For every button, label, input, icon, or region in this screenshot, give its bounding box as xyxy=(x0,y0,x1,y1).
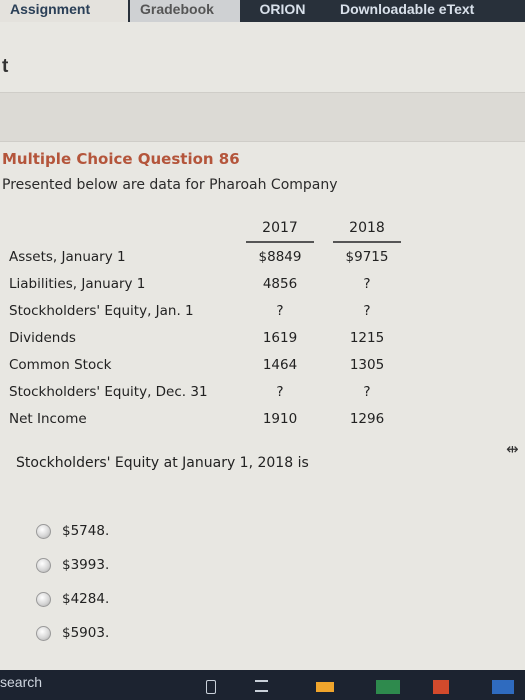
row-label: Net Income xyxy=(9,411,87,427)
radio-button[interactable] xyxy=(36,558,51,573)
column-header-2017: 2017 xyxy=(246,220,314,243)
value-2017: ? xyxy=(276,384,284,400)
value-2018: ? xyxy=(363,303,371,319)
tab-bar: Assignment Gradebook ORION Downloadable … xyxy=(0,0,525,22)
value-2018: ? xyxy=(363,384,371,400)
value-2017: ? xyxy=(276,303,284,319)
row-label: Liabilities, January 1 xyxy=(9,276,146,292)
value-2017: 1464 xyxy=(262,357,298,373)
value-2017: 1619 xyxy=(262,330,298,346)
value-2017: 1910 xyxy=(262,411,298,427)
value-2018: $9715 xyxy=(345,249,389,265)
multitask-icon[interactable] xyxy=(255,680,268,692)
tab-orion[interactable]: ORION xyxy=(245,0,320,22)
mouse-cursor-icon: ⇹ xyxy=(506,440,519,458)
value-2017: $8849 xyxy=(258,249,302,265)
value-2018: 1305 xyxy=(349,357,385,373)
table-row: Liabilities, January 1 4856 ? xyxy=(0,276,525,300)
table-row: Common Stock 1464 1305 xyxy=(0,357,525,381)
column-header-2018: 2018 xyxy=(333,220,401,243)
value-2017: 4856 xyxy=(262,276,298,292)
row-label: Stockholders' Equity, Dec. 31 xyxy=(9,384,208,400)
table-row: Stockholders' Equity, Dec. 31 ? ? xyxy=(0,384,525,408)
table-row: Stockholders' Equity, Jan. 1 ? ? xyxy=(0,303,525,327)
answer-option-label: $5903. xyxy=(62,625,110,641)
excel-icon[interactable] xyxy=(376,680,400,694)
question-intro: Presented below are data for Pharoah Com… xyxy=(2,177,338,193)
radio-button[interactable] xyxy=(36,524,51,539)
file-explorer-icon[interactable] xyxy=(316,682,334,692)
value-2018: 1296 xyxy=(349,411,385,427)
row-label: Assets, January 1 xyxy=(9,249,126,265)
tab-gradebook[interactable]: Gradebook xyxy=(130,0,240,22)
tab-assignment[interactable]: Assignment xyxy=(0,0,128,22)
tab-downloadable-etext[interactable]: Downloadable eText xyxy=(330,0,525,22)
row-label: Common Stock xyxy=(9,357,112,373)
taskbar: search xyxy=(0,670,525,700)
row-label: Dividends xyxy=(9,330,76,346)
answer-option-label: $5748. xyxy=(62,523,110,539)
radio-button[interactable] xyxy=(36,626,51,641)
task-view-icon[interactable] xyxy=(206,680,216,694)
header-band xyxy=(0,92,525,142)
table-row: Assets, January 1 $8849 $9715 xyxy=(0,249,525,273)
taskbar-search[interactable]: search xyxy=(0,674,42,690)
powerpoint-icon[interactable] xyxy=(433,680,449,694)
answer-option-label: $4284. xyxy=(62,591,110,607)
value-2018: 1215 xyxy=(349,330,385,346)
radio-button[interactable] xyxy=(36,592,51,607)
page-header-fragment: t xyxy=(2,56,9,77)
answer-option-label: $3993. xyxy=(62,557,110,573)
table-row: Net Income 1910 1296 xyxy=(0,411,525,435)
row-label: Stockholders' Equity, Jan. 1 xyxy=(9,303,194,319)
question-prompt: Stockholders' Equity at January 1, 2018 … xyxy=(16,455,309,471)
assignment-page: t Multiple Choice Question 86 Presented … xyxy=(0,22,525,670)
table-row: Dividends 1619 1215 xyxy=(0,330,525,354)
question-title: Multiple Choice Question 86 xyxy=(2,150,240,168)
word-icon[interactable] xyxy=(492,680,514,694)
value-2018: ? xyxy=(363,276,371,292)
